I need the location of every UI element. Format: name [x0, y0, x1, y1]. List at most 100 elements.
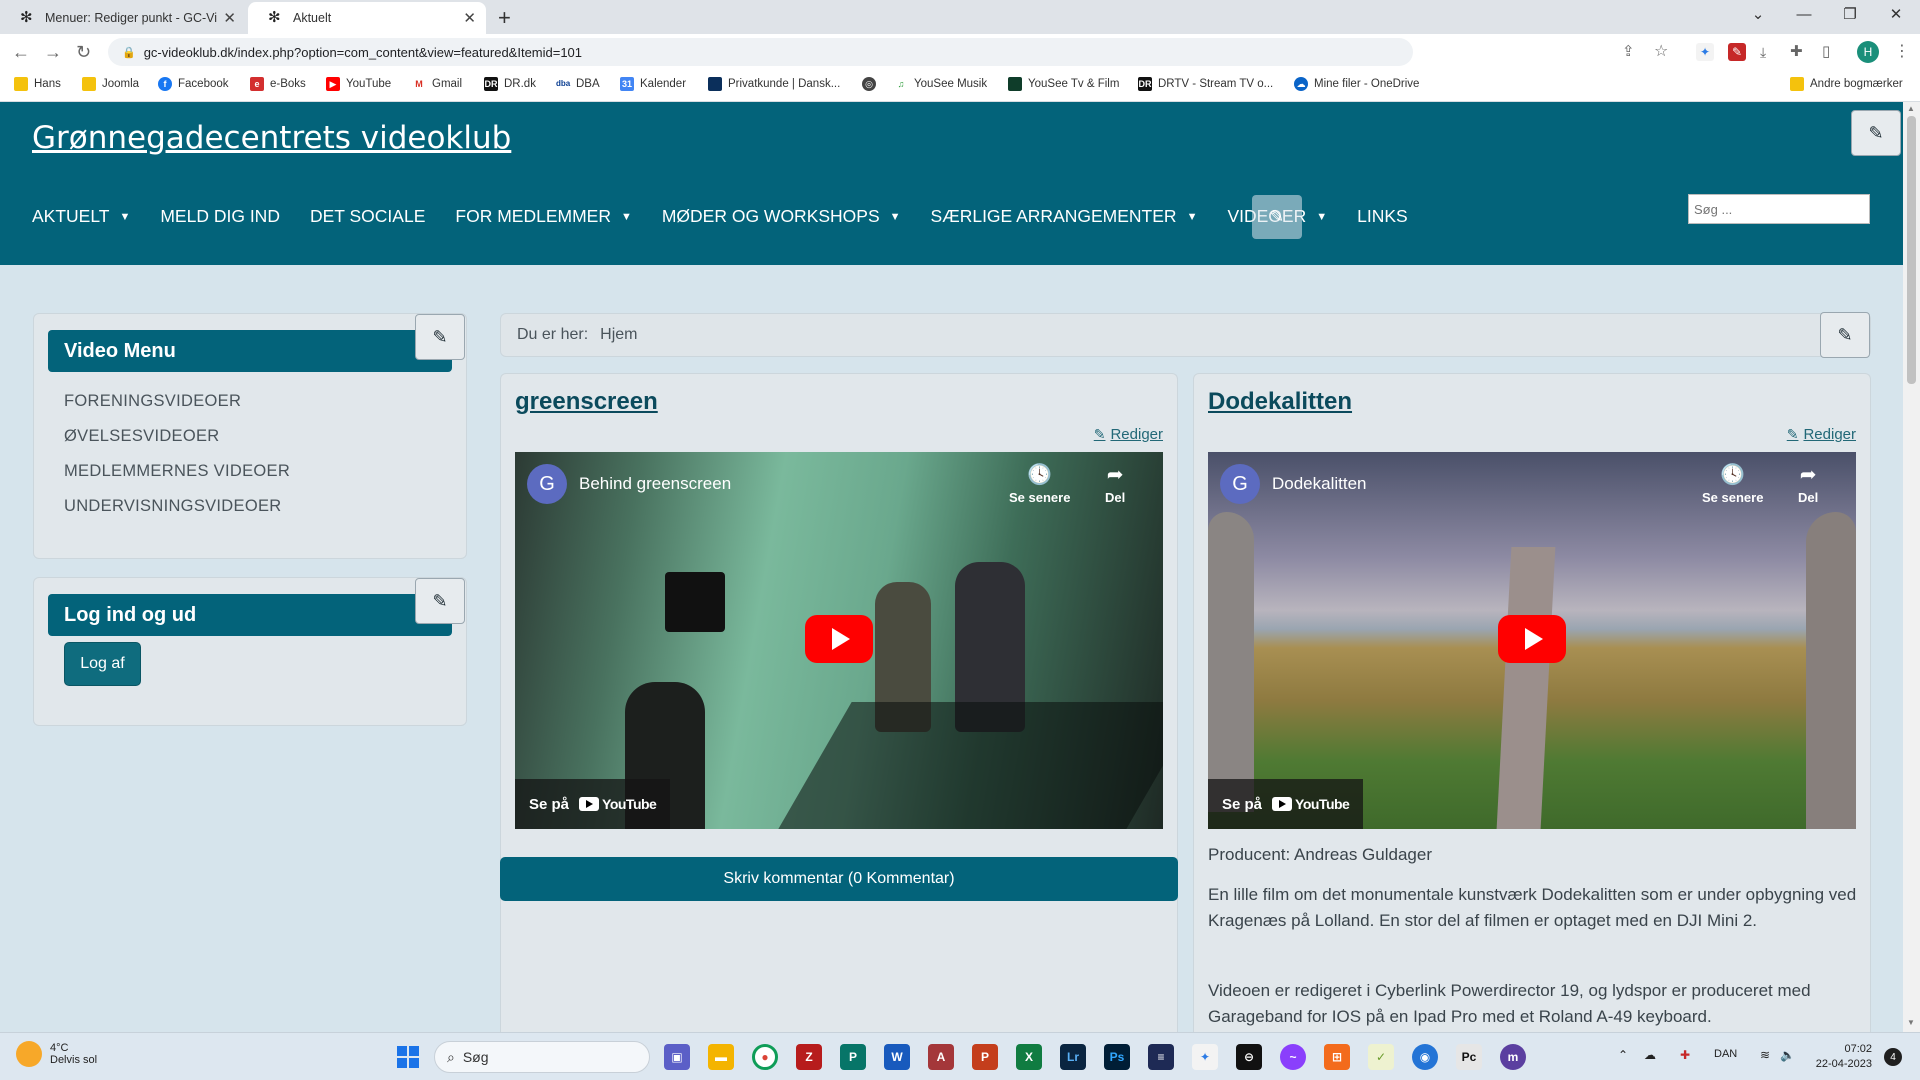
app-icon[interactable]: m — [1500, 1044, 1526, 1070]
video-title[interactable]: Dodekalitten — [1272, 474, 1367, 494]
bookmark-yousee-musik[interactable]: ♫ YouSee Musik — [894, 77, 987, 91]
nav-links[interactable]: LINKS — [1357, 206, 1408, 227]
watch-later-button[interactable]: 🕓 Se senere — [1702, 462, 1763, 505]
browser-tab-aktuelt[interactable]: ✻ Aktuelt ✕ — [248, 2, 486, 34]
app-icon[interactable]: ≡ — [1148, 1044, 1174, 1070]
minimize-icon[interactable]: — — [1782, 3, 1826, 27]
speaker-icon[interactable]: 🔈 — [1780, 1048, 1795, 1062]
breadcrumb-home[interactable]: Hjem — [600, 326, 637, 344]
bookmark-drtv[interactable]: DR DRTV - Stream TV o... — [1138, 77, 1273, 91]
cloud-icon[interactable]: ☁ — [1644, 1048, 1656, 1062]
tab-search-icon[interactable]: ⌄ — [1736, 3, 1780, 27]
module-edit-button[interactable]: ✎ — [415, 578, 465, 624]
taskbar-search[interactable]: ⌕ Søg — [434, 1041, 650, 1073]
article-edit-link[interactable]: ✎ Rediger — [1787, 426, 1856, 443]
bookmark-yousee-tv[interactable]: YouSee Tv & Film — [1008, 77, 1119, 91]
channel-avatar[interactable]: G — [1220, 464, 1260, 504]
scroll-down-icon[interactable]: ▼ — [1907, 1018, 1915, 1027]
video-title[interactable]: Behind greenscreen — [579, 474, 731, 494]
nav-saerlige-arrangementer[interactable]: SÆRLIGE ARRANGEMENTER ▼ — [931, 206, 1198, 227]
extension-icon[interactable]: ✦ — [1696, 43, 1714, 61]
new-tab-icon[interactable]: + — [498, 5, 511, 31]
breadcrumb-edit-button[interactable]: ✎ — [1820, 312, 1870, 358]
lightroom-icon[interactable]: Lr — [1060, 1044, 1086, 1070]
watch-on-youtube-button[interactable]: Se på YouTube — [1208, 779, 1364, 829]
play-button[interactable] — [1498, 615, 1566, 663]
close-icon[interactable]: ✕ — [463, 9, 476, 27]
weather-widget[interactable]: 4°C Delvis sol — [16, 1041, 97, 1067]
nav-aktuelt[interactable]: AKTUELT ▼ — [32, 206, 130, 227]
youtube-video-player[interactable]: G Dodekalitten 🕓 Se senere ➦ Del Se på You… — [1208, 452, 1856, 829]
menu-link-undervisningsvideoer[interactable]: UNDERVISNINGSVIDEOER — [64, 497, 282, 516]
publisher-icon[interactable]: P — [840, 1044, 866, 1070]
app-icon[interactable]: ⊖ — [1236, 1044, 1262, 1070]
access-icon[interactable]: A — [928, 1044, 954, 1070]
scroll-up-icon[interactable]: ▲ — [1907, 104, 1915, 113]
pdf-extension-icon[interactable]: ✎ — [1728, 43, 1746, 61]
chrome-icon[interactable]: ● — [752, 1044, 778, 1070]
watch-later-button[interactable]: 🕓 Se senere — [1009, 462, 1070, 505]
bookmark-onedrive[interactable]: ☁ Mine filer - OneDrive — [1294, 77, 1419, 91]
excel-icon[interactable]: X — [1016, 1044, 1042, 1070]
nav-meld-dig-ind[interactable]: MELD DIG IND — [160, 206, 280, 227]
download-icon[interactable]: ⤓ — [1760, 40, 1766, 64]
bookmark-hans[interactable]: Hans — [14, 77, 61, 91]
write-comment-button[interactable]: Skriv kommentar (0 Kommentar) — [500, 857, 1178, 901]
office-icon[interactable]: ⊞ — [1324, 1044, 1350, 1070]
module-edit-button[interactable]: ✎ — [415, 314, 465, 360]
logout-button[interactable]: Log af — [64, 642, 141, 686]
bookmark-kalender[interactable]: 31 Kalender — [620, 77, 686, 91]
article-title[interactable]: greenscreen — [515, 388, 658, 416]
bookmark-dba[interactable]: dba DBA — [556, 77, 600, 91]
language-indicator[interactable]: DAN — [1714, 1048, 1737, 1060]
powerpoint-icon[interactable]: P — [972, 1044, 998, 1070]
tray-app-icon[interactable]: ✚ — [1680, 1048, 1690, 1062]
site-search-input[interactable] — [1688, 194, 1870, 224]
header-edit-button[interactable]: ✎ — [1851, 110, 1901, 156]
back-icon[interactable]: ← — [12, 40, 30, 64]
wifi-icon[interactable]: ≋ — [1760, 1048, 1770, 1062]
nav-moder-og-workshops[interactable]: MØDER OG WORKSHOPS ▼ — [662, 206, 901, 227]
teams-icon[interactable]: ▣ — [664, 1044, 690, 1070]
watch-on-youtube-button[interactable]: Se på YouTube — [515, 779, 671, 829]
channel-avatar[interactable]: G — [527, 464, 567, 504]
share-button[interactable]: ➦ Del — [1105, 462, 1125, 505]
photoshop-icon[interactable]: Ps — [1104, 1044, 1130, 1070]
window-close-icon[interactable]: ✕ — [1874, 3, 1918, 27]
file-explorer-icon[interactable]: ▬ — [708, 1044, 734, 1070]
menu-edit-button[interactable]: ✎ — [1252, 195, 1302, 239]
word-icon[interactable]: W — [884, 1044, 910, 1070]
close-icon[interactable]: ✕ — [223, 9, 236, 27]
restore-icon[interactable]: ❐ — [1828, 3, 1872, 27]
forward-icon[interactable]: → — [44, 40, 62, 64]
extensions-puzzle-icon[interactable]: ✚ — [1790, 40, 1803, 64]
browser-tab-rediger[interactable]: ✻ Menuer: Rediger punkt - GC-Videoklub ✕ — [0, 2, 246, 34]
bookmark-joomla[interactable]: Joomla — [82, 77, 139, 91]
reload-icon[interactable]: ↻ — [76, 40, 91, 64]
scrollbar-thumb[interactable] — [1907, 116, 1916, 384]
bookmark-danske[interactable]: Privatkunde | Dansk... — [708, 77, 840, 91]
menu-link-medlemmernes-videoer[interactable]: MEDLEMMERNES VIDEOER — [64, 462, 290, 481]
nav-det-sociale[interactable]: DET SOCIALE — [310, 206, 425, 227]
bookmark-youtube[interactable]: ▶ YouTube — [326, 77, 391, 91]
app-icon[interactable]: ✦ — [1192, 1044, 1218, 1070]
play-button[interactable] — [805, 615, 873, 663]
menu-link-foreningsvideoer[interactable]: FORENINGSVIDEOER — [64, 392, 241, 411]
bookmark-dr[interactable]: DR DR.dk — [484, 77, 536, 91]
menu-link-ovelsesvideoer[interactable]: ØVELSESVIDEOER — [64, 427, 220, 446]
bookmark-star-icon[interactable]: ☆ — [1654, 40, 1668, 64]
side-panel-icon[interactable]: ▯ — [1822, 40, 1830, 64]
share-button[interactable]: ➦ Del — [1798, 462, 1818, 505]
nav-for-medlemmer[interactable]: FOR MEDLEMMER ▼ — [455, 206, 631, 227]
app-icon[interactable]: ◉ — [1412, 1044, 1438, 1070]
tray-chevron-up-icon[interactable]: ⌃ — [1618, 1048, 1628, 1062]
site-title-link[interactable]: Grønnegadecentrets videoklub — [32, 120, 511, 156]
app-icon[interactable]: Pc — [1456, 1044, 1482, 1070]
bookmark-gmail[interactable]: M Gmail — [412, 77, 462, 91]
app-icon[interactable]: ✓ — [1368, 1044, 1394, 1070]
bookmark-other[interactable]: Andre bogmærker — [1790, 77, 1903, 91]
menu-dots-icon[interactable]: ⋮ — [1894, 40, 1910, 64]
url-input[interactable]: 🔒 gc-videoklub.dk/index.php?option=com_c… — [108, 38, 1413, 66]
notification-badge[interactable]: 4 — [1884, 1048, 1902, 1066]
messenger-icon[interactable]: ~ — [1280, 1044, 1306, 1070]
